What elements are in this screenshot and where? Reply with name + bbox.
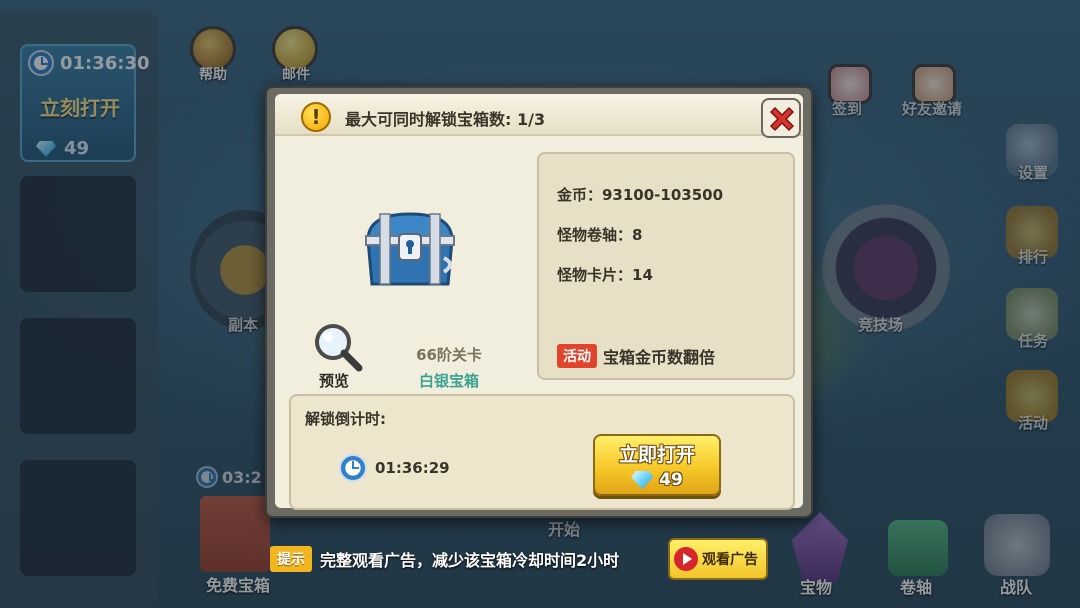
reward-monster-card: 怪物卡片：14 xyxy=(557,266,653,284)
preview-label: 预览 xyxy=(319,372,350,390)
play-icon xyxy=(674,547,698,571)
magnifier-icon xyxy=(315,324,363,372)
open-now-cost-value: 49 xyxy=(659,470,683,490)
reward-monster-scroll: 怪物卷轴：8 xyxy=(557,226,643,244)
countdown-time: 01:36:29 xyxy=(375,459,450,477)
open-now-button[interactable]: 立即打开 49 xyxy=(593,434,721,496)
open-now-label: 立即打开 xyxy=(618,444,695,466)
close-button[interactable] xyxy=(761,98,801,138)
open-now-cost: 49 xyxy=(595,470,719,490)
tip-badge: 提示 xyxy=(270,546,312,572)
preview-button[interactable]: 预览 xyxy=(311,322,371,392)
reward-panel: 金币：93100-103500 怪物卷轴：8 怪物卡片：14 活动 宝箱金币数翻… xyxy=(537,152,795,380)
countdown-panel: 解锁倒计时: 01:36:29 立即打开 49 xyxy=(289,394,795,510)
countdown-label: 解锁倒计时: xyxy=(305,410,386,428)
dialog-body: ! 最大可同时解锁宝箱数: 1/3 预览 66阶关卡 白银宝箱 金币：93100… xyxy=(275,94,803,510)
close-icon xyxy=(769,106,795,132)
silver-chest-icon xyxy=(365,212,455,286)
stage-label: 66阶关卡 xyxy=(416,346,482,364)
diamond-icon xyxy=(631,471,654,489)
event-row: 活动 宝箱金币数翻倍 xyxy=(557,344,715,368)
chest-unlock-dialog: ! 最大可同时解锁宝箱数: 1/3 预览 66阶关卡 白银宝箱 金币：93100… xyxy=(265,86,813,518)
watch-ad-button[interactable]: 观看广告 xyxy=(668,538,768,580)
tip-bar: 提示 完整观看广告，减少该宝箱冷却时间2小时 xyxy=(270,546,619,572)
clock-icon xyxy=(339,454,367,482)
dialog-title: 最大可同时解锁宝箱数: 1/3 xyxy=(345,110,546,129)
watch-ad-label: 观看广告 xyxy=(702,552,758,568)
dialog-header: ! 最大可同时解锁宝箱数: 1/3 xyxy=(275,94,803,138)
chest-name: 白银宝箱 xyxy=(418,372,479,390)
reward-gold: 金币：93100-103500 xyxy=(557,186,724,204)
event-badge: 活动 xyxy=(557,344,597,368)
tip-text: 完整观看广告，减少该宝箱冷却时间2小时 xyxy=(320,551,620,570)
event-text: 宝箱金币数翻倍 xyxy=(603,348,716,367)
warning-icon: ! xyxy=(301,102,331,132)
countdown-timer: 01:36:29 xyxy=(339,454,450,482)
